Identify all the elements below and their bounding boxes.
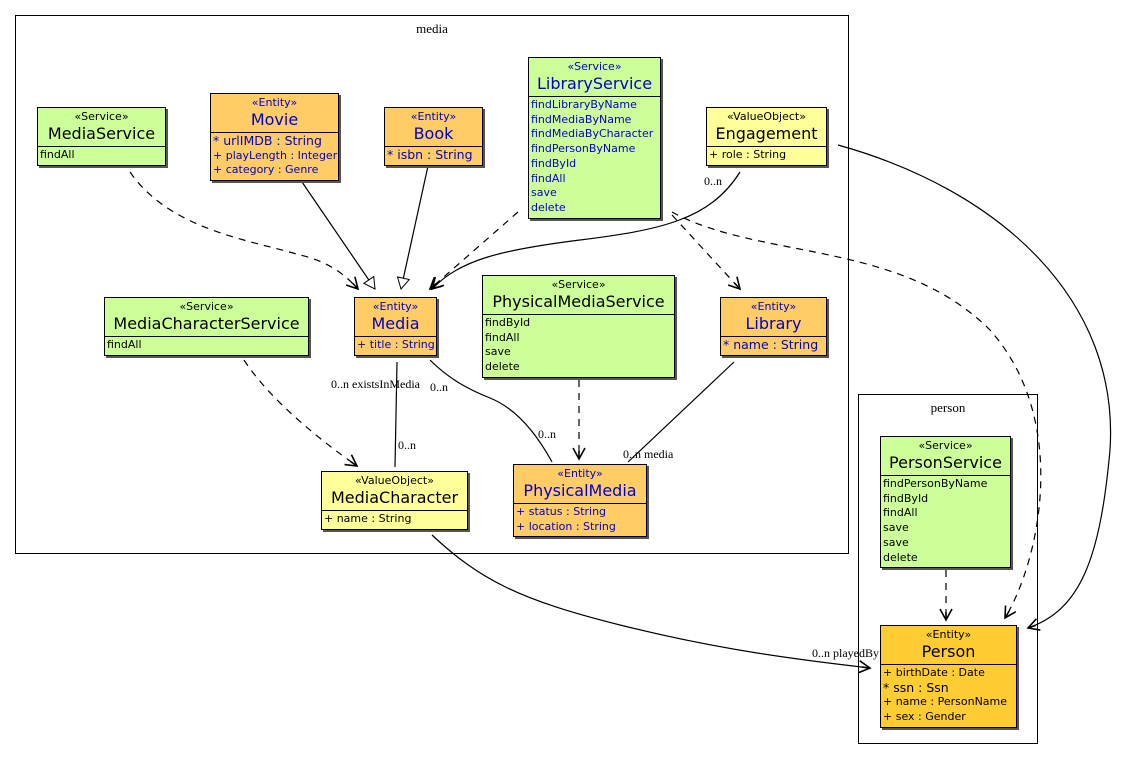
class-name: PersonService bbox=[889, 453, 1002, 472]
member: findById bbox=[485, 316, 531, 329]
class-mediacharacterservice[interactable]: «Service» MediaCharacterService findAll bbox=[104, 297, 309, 356]
edge-movie-media bbox=[301, 181, 376, 290]
member: findMediaByName bbox=[531, 112, 632, 126]
class-name: Library bbox=[745, 314, 802, 333]
member: delete bbox=[485, 360, 520, 374]
member: findPersonByName bbox=[883, 477, 988, 490]
edge-mediacharacterservice-mediacharacter bbox=[243, 359, 359, 467]
member: findLibraryByName bbox=[531, 98, 637, 111]
class-name: MediaService bbox=[47, 124, 156, 143]
member: * urlIMDB : String bbox=[213, 133, 322, 148]
class-person[interactable]: «Entity» Person + birthDate : Date * ssn… bbox=[880, 625, 1017, 728]
member: findById bbox=[883, 491, 929, 505]
class-libraryservice[interactable]: «Service» LibraryService findLibraryByNa… bbox=[528, 57, 661, 219]
member: * ssn : Ssn bbox=[883, 679, 949, 695]
class-name: Engagement bbox=[715, 124, 818, 143]
member: + title : String bbox=[357, 338, 435, 351]
stereotype: «Entity» bbox=[557, 467, 603, 480]
stereotype: «Entity» bbox=[410, 110, 457, 123]
class-mediaservice[interactable]: «Service» MediaService findAll bbox=[37, 107, 166, 166]
member: + playLength : Integer bbox=[213, 148, 338, 162]
member: * name : String bbox=[723, 337, 819, 352]
member: save bbox=[531, 186, 557, 200]
class-name: PhysicalMediaService bbox=[492, 292, 665, 311]
member: save bbox=[485, 345, 511, 359]
class-name: MediaCharacterService bbox=[113, 314, 300, 333]
member: findMediaByCharacter bbox=[531, 127, 654, 141]
edge-mediacharacter-person bbox=[431, 534, 872, 674]
member: findById bbox=[531, 156, 577, 170]
class-physicalmedia[interactable]: «Entity» PhysicalMedia + status : String… bbox=[513, 464, 647, 538]
class-book[interactable]: «Entity» Book * isbn : String bbox=[384, 107, 483, 166]
stereotype: «Service» bbox=[918, 439, 973, 452]
class-name: Movie bbox=[250, 110, 299, 129]
class-physicalmediaservice[interactable]: «Service» PhysicalMediaService findById … bbox=[482, 275, 675, 378]
stereotype: «Entity» bbox=[750, 300, 797, 313]
member: findAll bbox=[107, 338, 142, 351]
member: findPersonByName bbox=[531, 142, 636, 156]
member: + sex : Gender bbox=[883, 710, 966, 724]
member: + birthDate : Date bbox=[883, 666, 985, 679]
class-movie[interactable]: «Entity» Movie * urlIMDB : String + play… bbox=[210, 93, 339, 182]
class-name: MediaCharacter bbox=[330, 488, 459, 507]
class-media[interactable]: «Entity» Media + title : String bbox=[354, 297, 437, 356]
member: save bbox=[883, 521, 909, 535]
stereotype: «Service» bbox=[179, 300, 234, 313]
edge-mediaservice-media bbox=[129, 171, 360, 291]
member: + status : String bbox=[516, 505, 607, 518]
label-exists-in-media: 0..n existsInMedia bbox=[331, 377, 420, 391]
stereotype: «Service» bbox=[567, 60, 622, 73]
label-media-physical-multiplicity: 0..n bbox=[430, 380, 448, 394]
label-played-by: 0..n playedBy bbox=[812, 646, 879, 660]
label-engagement-multiplicity: 0..n bbox=[704, 174, 722, 188]
member: + location : String bbox=[516, 519, 616, 533]
member: findAll bbox=[485, 330, 520, 344]
member: save bbox=[883, 535, 909, 549]
stereotype: «Service» bbox=[551, 278, 606, 291]
member: delete bbox=[883, 550, 918, 564]
label-library-media: 0..n media bbox=[623, 447, 674, 461]
stereotype: «Entity» bbox=[372, 300, 419, 313]
class-personservice[interactable]: «Service» PersonService findPersonByName… bbox=[880, 436, 1011, 569]
stereotype: «Entity» bbox=[925, 628, 972, 641]
stereotype: «Entity» bbox=[251, 96, 298, 109]
class-engagement[interactable]: «ValueObject» Engagement + role : String bbox=[706, 107, 827, 166]
member: + category : Genre bbox=[213, 163, 319, 177]
stereotype: «ValueObject» bbox=[355, 474, 434, 487]
class-name: Person bbox=[921, 642, 976, 661]
class-name: Book bbox=[413, 124, 454, 143]
class-name: PhysicalMedia bbox=[523, 481, 637, 500]
class-name: LibraryService bbox=[536, 74, 653, 93]
label-character-multiplicity: 0..n bbox=[398, 438, 416, 452]
member: + name : String bbox=[324, 512, 412, 525]
class-name: Media bbox=[371, 314, 420, 333]
edge-libraryservice-library bbox=[671, 214, 742, 291]
stereotype: «Service» bbox=[74, 110, 129, 123]
member: + role : String bbox=[709, 148, 787, 161]
member: findAll bbox=[40, 148, 75, 161]
class-mediacharacter[interactable]: «ValueObject» MediaCharacter + name : St… bbox=[321, 471, 468, 530]
member: delete bbox=[531, 200, 566, 214]
edge-book-media bbox=[396, 165, 429, 291]
stereotype: «ValueObject» bbox=[727, 110, 806, 123]
class-library[interactable]: «Entity» Library * name : String bbox=[720, 297, 827, 356]
member: + name : PersonName bbox=[883, 695, 1008, 709]
member: * isbn : String bbox=[387, 147, 473, 162]
member: findAll bbox=[883, 506, 918, 520]
label-physical-multiplicity: 0..n bbox=[538, 427, 556, 441]
member: findAll bbox=[531, 171, 566, 185]
